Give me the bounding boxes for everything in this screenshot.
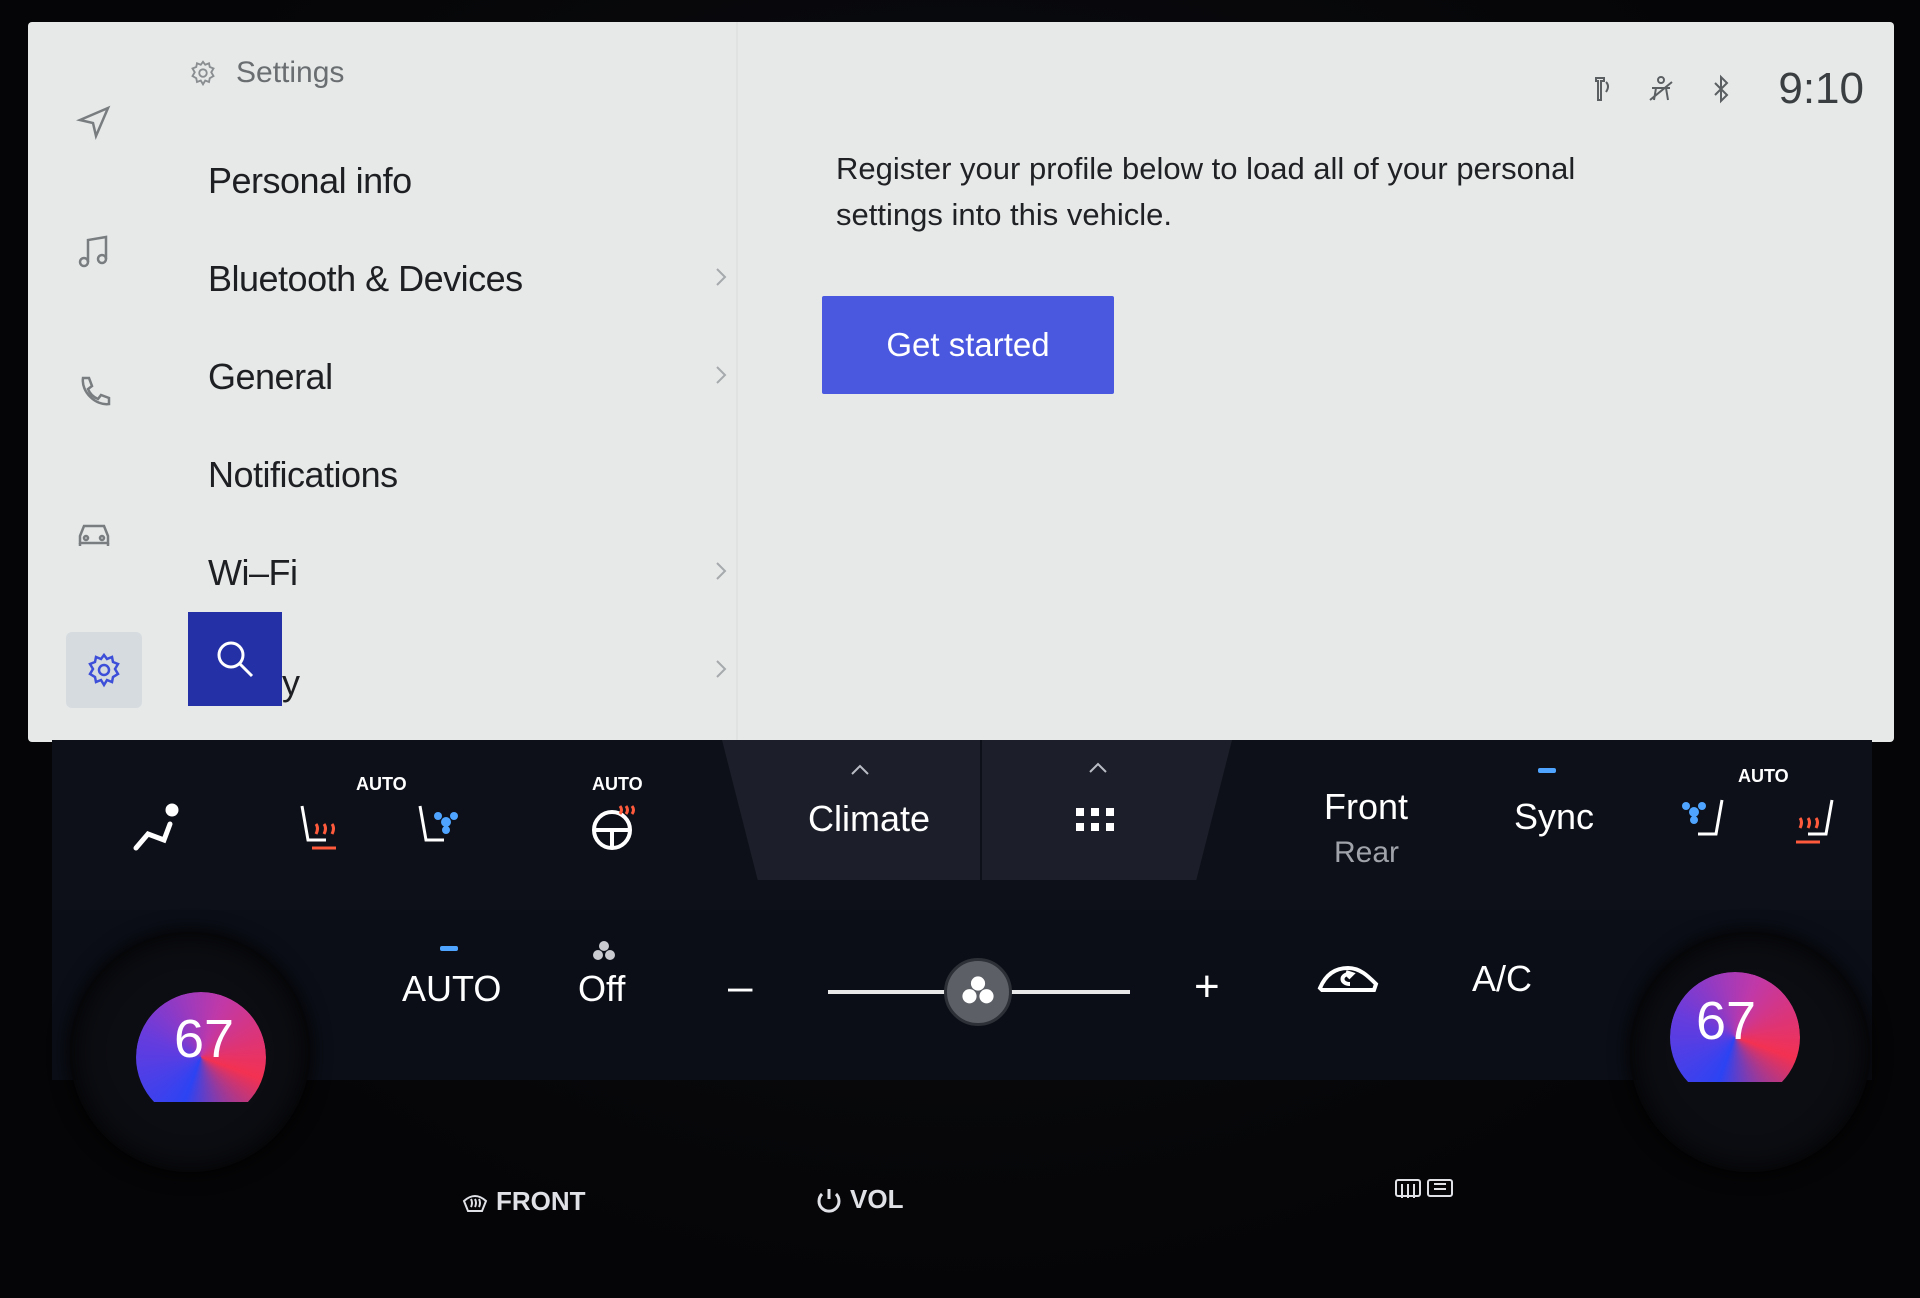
chevron-right-icon (716, 660, 727, 678)
chevron-right-icon (716, 268, 727, 286)
volume-knob[interactable]: VOL (814, 1184, 903, 1215)
menu-item-label: Bluetooth & Devices (208, 258, 523, 299)
seat-position-icon[interactable] (128, 800, 184, 861)
rear-defrost-button[interactable] (1394, 1176, 1454, 1206)
front-defrost-label: FRONT (496, 1186, 586, 1216)
gear-icon (191, 60, 215, 87)
settings-icon[interactable] (66, 632, 142, 708)
navigation-icon[interactable] (64, 92, 124, 152)
phone-icon[interactable] (64, 362, 124, 422)
seat-heat-left-icon[interactable] (292, 800, 348, 861)
status-bar: 9:10 (1586, 64, 1864, 114)
music-icon[interactable] (64, 222, 124, 282)
seatbelt-off-icon (1649, 76, 1673, 101)
search-icon (217, 641, 254, 678)
front-zone-label[interactable]: Front (1324, 786, 1408, 828)
sync-button[interactable]: Sync (1514, 796, 1594, 838)
seat-vent-left-icon[interactable] (412, 800, 468, 861)
climate-panel: Climate AUTO AUTO Front Rear Sync AUTO A… (52, 740, 1872, 1080)
menu-item-personal-info[interactable]: Personal info (178, 132, 738, 230)
auto-indicator (440, 946, 458, 951)
car-icon[interactable] (64, 502, 124, 562)
tab-climate[interactable]: Climate (808, 798, 930, 840)
menu-item-notifications[interactable]: Notifications (178, 426, 738, 524)
bluetooth-icon (1714, 74, 1729, 104)
volume-label: VOL (850, 1184, 904, 1214)
wireless-charging-icon (1595, 77, 1610, 101)
auto-tag: AUTO (1738, 766, 1789, 786)
settings-header: Settings (188, 56, 344, 90)
climate-auto-button[interactable]: AUTO (402, 968, 501, 1010)
menu-item-label: Wi–Fi (208, 552, 298, 593)
chevron-up-icon[interactable] (850, 764, 870, 776)
front-defrost-button[interactable]: FRONT (460, 1186, 586, 1217)
get-started-button[interactable]: Get started (822, 296, 1114, 394)
fan-decrease-button[interactable]: – (728, 962, 752, 1012)
nav-rail (28, 22, 168, 742)
menu-item-bluetooth[interactable]: Bluetooth & Devices (178, 230, 738, 328)
fan-icon (962, 976, 994, 1004)
climate-tabs (722, 740, 1232, 880)
menu-item-label: Notifications (208, 454, 398, 495)
pane-divider (736, 22, 738, 742)
search-button[interactable] (188, 612, 282, 706)
seat-heat-right-icon[interactable] (1786, 794, 1842, 855)
profile-intro-text: Register your profile below to load all … (836, 151, 1576, 232)
front-defrost-icon (462, 1194, 488, 1212)
ac-button[interactable]: A/C (1472, 958, 1532, 1000)
seat-vent-right-icon[interactable] (1674, 794, 1730, 855)
right-temp-value: 67 (1696, 991, 1757, 1051)
rear-defrost-icon (1395, 1179, 1453, 1198)
fan-increase-button[interactable]: + (1194, 962, 1220, 1012)
fan-small-icon (592, 940, 616, 969)
chevron-right-icon (716, 562, 727, 580)
sync-indicator (1538, 768, 1556, 773)
menu-item-wifi[interactable]: Wi–Fi (178, 524, 738, 622)
rear-zone-label[interactable]: Rear (1334, 836, 1399, 870)
auto-tag: AUTO (356, 774, 407, 794)
left-temp-value: 67 (174, 1009, 235, 1069)
tab-separator (980, 740, 982, 880)
chevron-up-icon[interactable] (1088, 762, 1108, 774)
recirculation-icon[interactable] (1316, 962, 1380, 1003)
infotainment-screen: Settings Personal info Bluetooth & Devic… (28, 22, 1894, 742)
chevron-right-icon (716, 366, 727, 384)
power-icon (817, 1188, 841, 1213)
menu-item-label: Personal info (208, 160, 412, 201)
menu-item-label: General (208, 356, 333, 397)
menu-item-general[interactable]: General (178, 328, 738, 426)
menu-item-partial-label: y (282, 662, 300, 703)
fan-slider-knob[interactable] (944, 958, 1012, 1026)
grid-icon[interactable] (1074, 806, 1118, 839)
auto-tag: AUTO (592, 774, 643, 794)
clock: 9:10 (1778, 64, 1864, 113)
settings-title: Settings (236, 56, 345, 89)
steering-heat-icon[interactable] (586, 800, 642, 861)
fan-off-label[interactable]: Off (578, 968, 625, 1010)
